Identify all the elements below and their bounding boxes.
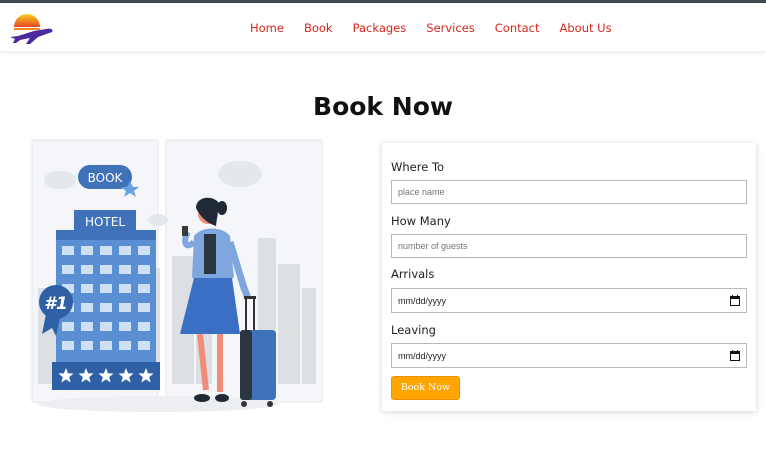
- hotel-window: [119, 303, 131, 312]
- nav-packages-link[interactable]: Packages: [353, 21, 407, 35]
- hotel-booking-illustration: BOOK HOTEL #1: [31, 139, 323, 412]
- arrivals-label: Arrivals: [391, 267, 435, 281]
- hotel-window: [100, 284, 112, 293]
- arrivals-date-input[interactable]: mm/dd/yyyy: [391, 288, 747, 313]
- hotel-window: [62, 322, 74, 331]
- hotel-window: [100, 303, 112, 312]
- main-nav: Home Book Packages Services Contact Abou…: [250, 21, 632, 35]
- book-sign-label: BOOK: [88, 171, 124, 185]
- how-many-label: How Many: [391, 214, 451, 228]
- leaving-date-value: mm/dd/yyyy: [398, 351, 447, 361]
- hotel-window: [138, 303, 150, 312]
- booking-form: Where To How Many Arrivals mm/dd/yyyy Le…: [382, 143, 756, 411]
- hotel-window: [119, 341, 131, 350]
- arrivals-date-value: mm/dd/yyyy: [398, 296, 447, 306]
- hotel-window: [62, 265, 74, 274]
- logo-icon[interactable]: [8, 7, 56, 47]
- hotel-window: [138, 265, 150, 274]
- nav-services-link[interactable]: Services: [426, 21, 475, 35]
- hotel-window: [81, 265, 93, 274]
- nav-book-link[interactable]: Book: [304, 21, 333, 35]
- hotel-window: [100, 341, 112, 350]
- calendar-icon[interactable]: [730, 295, 740, 306]
- hotel-window: [100, 246, 112, 255]
- hotel-window: [62, 341, 74, 350]
- where-to-input[interactable]: [391, 180, 747, 204]
- book-now-button[interactable]: Book Now: [391, 376, 460, 400]
- hotel-window: [138, 322, 150, 331]
- hotel-window: [100, 265, 112, 274]
- hotel-window: [138, 341, 150, 350]
- hotel-window: [62, 246, 74, 255]
- hotel-sign-label: HOTEL: [85, 215, 125, 229]
- nav-about-link[interactable]: About Us: [560, 21, 612, 35]
- rank-badge-label: #1: [44, 294, 68, 314]
- nav-contact-link[interactable]: Contact: [495, 21, 540, 35]
- hotel-window: [81, 341, 93, 350]
- hotel-window: [81, 303, 93, 312]
- hotel-window: [81, 322, 93, 331]
- calendar-icon[interactable]: [730, 350, 740, 361]
- hotel-window: [119, 322, 131, 331]
- site-header: Home Book Packages Services Contact Abou…: [0, 3, 766, 51]
- hotel-window: [119, 246, 131, 255]
- page-title: Book Now: [313, 92, 453, 121]
- hotel-window: [81, 246, 93, 255]
- hotel-window: [81, 284, 93, 293]
- leaving-date-input[interactable]: mm/dd/yyyy: [391, 343, 747, 368]
- hotel-window: [119, 265, 131, 274]
- hotel-window: [138, 246, 150, 255]
- leaving-label: Leaving: [391, 323, 436, 337]
- hotel-window: [119, 284, 131, 293]
- hotel-window: [138, 284, 150, 293]
- nav-home-link[interactable]: Home: [250, 21, 284, 35]
- where-to-label: Where To: [391, 160, 445, 174]
- hotel-window: [100, 322, 112, 331]
- how-many-input[interactable]: [391, 234, 747, 258]
